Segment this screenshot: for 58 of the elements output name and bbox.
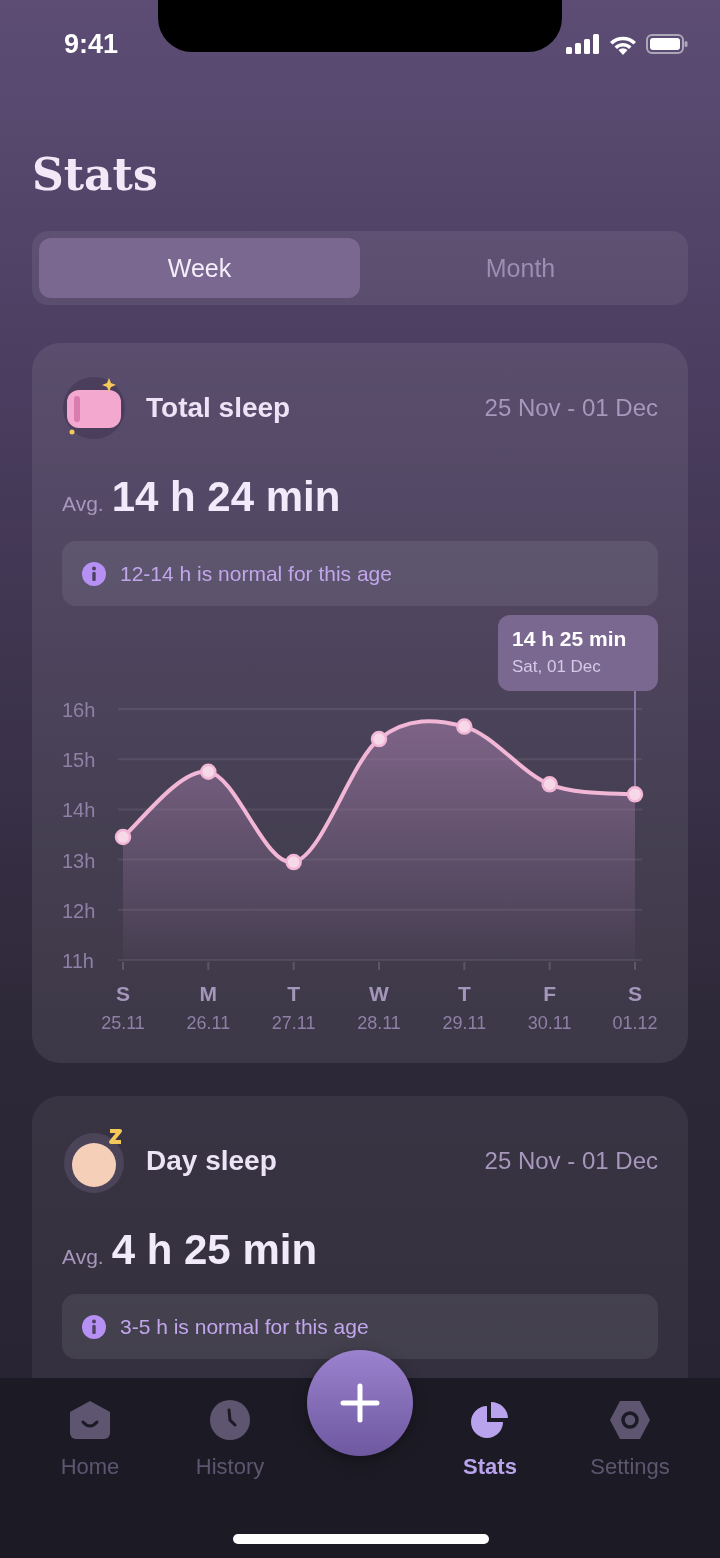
- head-icon: [62, 1129, 126, 1193]
- y-axis-label: 14h: [62, 799, 96, 822]
- date-label: 26.11: [186, 1013, 231, 1033]
- nav-tab[interactable]: Home: [20, 1400, 160, 1480]
- average-label: Avg.: [62, 1245, 104, 1269]
- data-point[interactable]: [541, 776, 558, 793]
- battery-icon: [646, 34, 688, 54]
- y-axis-label: 12h: [62, 899, 96, 922]
- average-value: 4 h 25 min: [111, 1226, 318, 1274]
- data-point[interactable]: [370, 730, 388, 748]
- y-axis-label: 15h: [62, 749, 96, 772]
- average-label: Avg.: [62, 492, 104, 516]
- data-point[interactable]: [626, 786, 644, 803]
- card-title: Total sleep: [146, 392, 291, 424]
- nav-tab[interactable]: Settings: [560, 1400, 700, 1480]
- y-axis-label: 11h: [62, 950, 94, 972]
- date-label: 25.11: [101, 1013, 145, 1033]
- date-label: 28.11: [357, 1013, 401, 1033]
- nav-tab[interactable]: History: [160, 1400, 300, 1480]
- info-text: 3-5 h is normal for this age: [120, 1314, 369, 1339]
- data-point[interactable]: [114, 828, 132, 846]
- home-icon: [69, 1400, 111, 1440]
- y-axis-label: 16h: [62, 699, 96, 721]
- info-icon: [82, 1314, 106, 1339]
- data-point[interactable]: [200, 763, 217, 780]
- date-range: 25 Nov - 01 Dec: [484, 1147, 658, 1175]
- period-tab[interactable]: Month: [360, 238, 681, 298]
- average-value: 14 h 24 min: [111, 473, 341, 521]
- clock-icon: [210, 1400, 250, 1440]
- page-title: Stats: [32, 148, 158, 202]
- weekday-label: F: [543, 982, 557, 1005]
- weekday-label: S: [116, 982, 130, 1005]
- tooltip-date: Sat, 01 Dec: [511, 657, 602, 677]
- data-point[interactable]: [285, 853, 302, 871]
- weekday-label: T: [457, 982, 471, 1005]
- pillow-icon: [62, 376, 126, 440]
- nav-tab[interactable]: Stats: [420, 1400, 560, 1480]
- period-tab[interactable]: Week: [39, 238, 360, 298]
- date-range: 25 Nov - 01 Dec: [484, 394, 658, 422]
- weekday-label: T: [287, 982, 301, 1005]
- card-title: Day sleep: [146, 1145, 277, 1177]
- status-time: 9:41: [64, 28, 119, 60]
- data-point[interactable]: [456, 718, 473, 735]
- date-label: 27.11: [271, 1013, 316, 1033]
- info-text: 12-14 h is normal for this age: [120, 561, 392, 586]
- tooltip-value: 14 h 25 min: [511, 627, 628, 651]
- signal-icon: [566, 34, 600, 54]
- weekday-label: S: [627, 982, 642, 1005]
- date-label: 29.11: [442, 1013, 487, 1033]
- date-label: 30.11: [527, 1013, 572, 1033]
- weekday-label: W: [369, 982, 389, 1005]
- y-axis-label: 13h: [62, 849, 96, 872]
- weekday-label: M: [199, 982, 218, 1005]
- settings-icon: [609, 1400, 651, 1440]
- date-label: 01.12: [612, 1013, 658, 1033]
- pie-chart-icon: [470, 1400, 510, 1440]
- info-icon: [82, 561, 106, 586]
- plus-icon: [340, 1383, 380, 1423]
